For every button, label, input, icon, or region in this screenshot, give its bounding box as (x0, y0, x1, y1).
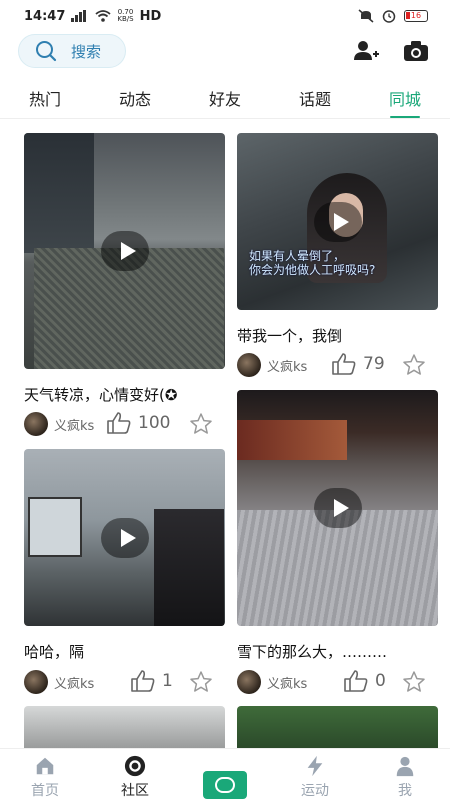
lightning-icon (307, 755, 323, 777)
video-thumbnail-partial[interactable] (24, 706, 225, 748)
video-thumbnail-snow-street[interactable] (24, 133, 225, 369)
video-thumbnail-office-fall[interactable]: 如果有人晕倒了， 你会为他做人工呼吸吗? (237, 133, 438, 310)
avatar[interactable] (237, 353, 261, 377)
nav-community[interactable]: 社区 (90, 749, 180, 800)
home-icon (36, 757, 54, 775)
mute-icon (358, 9, 374, 23)
post-caption[interactable]: 哈哈，隔 (24, 641, 225, 662)
create-icon (203, 771, 247, 799)
tab-feed[interactable]: 动态 (90, 78, 180, 118)
wifi-icon (95, 10, 111, 22)
post-caption[interactable]: 雪下的那么大，……… (237, 641, 438, 662)
status-right: 16 (358, 9, 428, 23)
status-bar: 14:47 0.70 KB/S HD 16 (0, 0, 450, 32)
tab-bar: 热门 动态 好友 话题 同城 (0, 78, 450, 118)
search-label: 搜索 (71, 42, 102, 61)
play-icon[interactable] (313, 488, 362, 528)
battery-icon: 16 (404, 10, 428, 22)
post-author[interactable]: 义疯ks (24, 411, 94, 437)
post-author[interactable]: 义疯ks (237, 352, 307, 378)
community-icon (124, 755, 146, 777)
network-speed: 0.70 KB/S (117, 8, 134, 23)
star-icon[interactable] (189, 670, 213, 694)
video-overlay-text: 如果有人晕倒了， 你会为他做人工呼吸吗? (249, 249, 376, 277)
like-button[interactable]: 0 (343, 669, 386, 693)
tab-hot[interactable]: 热门 (0, 78, 90, 118)
like-button[interactable]: 1 (130, 669, 173, 693)
thumbs-up-icon (344, 670, 368, 692)
like-count: 100 (138, 413, 171, 433)
video-thumbnail-partial[interactable] (237, 706, 438, 748)
like-button[interactable]: 100 (106, 411, 170, 435)
nav-create[interactable] (180, 749, 270, 800)
star-icon[interactable] (402, 670, 426, 694)
signal-icon (71, 10, 87, 22)
post-author[interactable]: 义疯ks (237, 669, 307, 695)
search-icon (36, 41, 57, 62)
monitor-shape (28, 497, 82, 557)
alarm-icon (382, 10, 396, 23)
like-button[interactable]: 79 (331, 352, 385, 376)
play-icon[interactable] (100, 231, 149, 271)
tab-friends[interactable]: 好友 (180, 78, 270, 118)
nav-profile[interactable]: 我 (360, 749, 450, 800)
clock: 14:47 (24, 8, 66, 24)
like-count: 79 (363, 354, 385, 374)
post-author[interactable]: 义疯ks (24, 669, 94, 695)
play-icon[interactable] (313, 201, 362, 242)
like-count: 1 (162, 671, 173, 691)
status-left: 14:47 0.70 KB/S HD (24, 9, 161, 24)
add-user-icon[interactable] (352, 38, 380, 64)
storefront-shape (237, 420, 347, 460)
avatar[interactable] (24, 670, 48, 694)
battery-level: 16 (410, 11, 422, 20)
play-icon[interactable] (100, 517, 149, 558)
video-thumbnail-snow-night[interactable] (237, 390, 438, 626)
search-button[interactable]: 搜索 (18, 34, 126, 68)
post-caption[interactable]: 带我一个，我倒 (237, 325, 438, 346)
tabs-divider (0, 118, 450, 119)
profile-icon (396, 756, 414, 777)
thumbs-up-icon (107, 412, 131, 434)
tab-topics[interactable]: 话题 (270, 78, 360, 118)
community-screen: 14:47 0.70 KB/S HD 16 搜索 热门 动态 好友 话题 同城 … (0, 0, 450, 800)
star-icon[interactable] (189, 412, 213, 436)
bottom-navigation: 首页 社区 运动 我 (0, 748, 450, 800)
thumbs-up-icon (332, 353, 356, 375)
camera-icon[interactable] (402, 38, 430, 64)
building-shape (24, 133, 94, 253)
nav-sports[interactable]: 运动 (270, 749, 360, 800)
post-caption[interactable]: 天气转凉，心情变好(✪ (24, 384, 225, 405)
nav-home[interactable]: 首页 (0, 749, 90, 800)
person-shape (154, 509, 224, 626)
header: 搜索 (0, 32, 450, 72)
thumbs-up-icon (131, 670, 155, 692)
hd-indicator: HD (139, 8, 162, 24)
video-thumbnail-office[interactable] (24, 449, 225, 626)
tab-local[interactable]: 同城 (360, 78, 450, 118)
avatar[interactable] (237, 670, 261, 694)
like-count: 0 (375, 671, 386, 691)
avatar[interactable] (24, 412, 48, 436)
star-icon[interactable] (402, 353, 426, 377)
